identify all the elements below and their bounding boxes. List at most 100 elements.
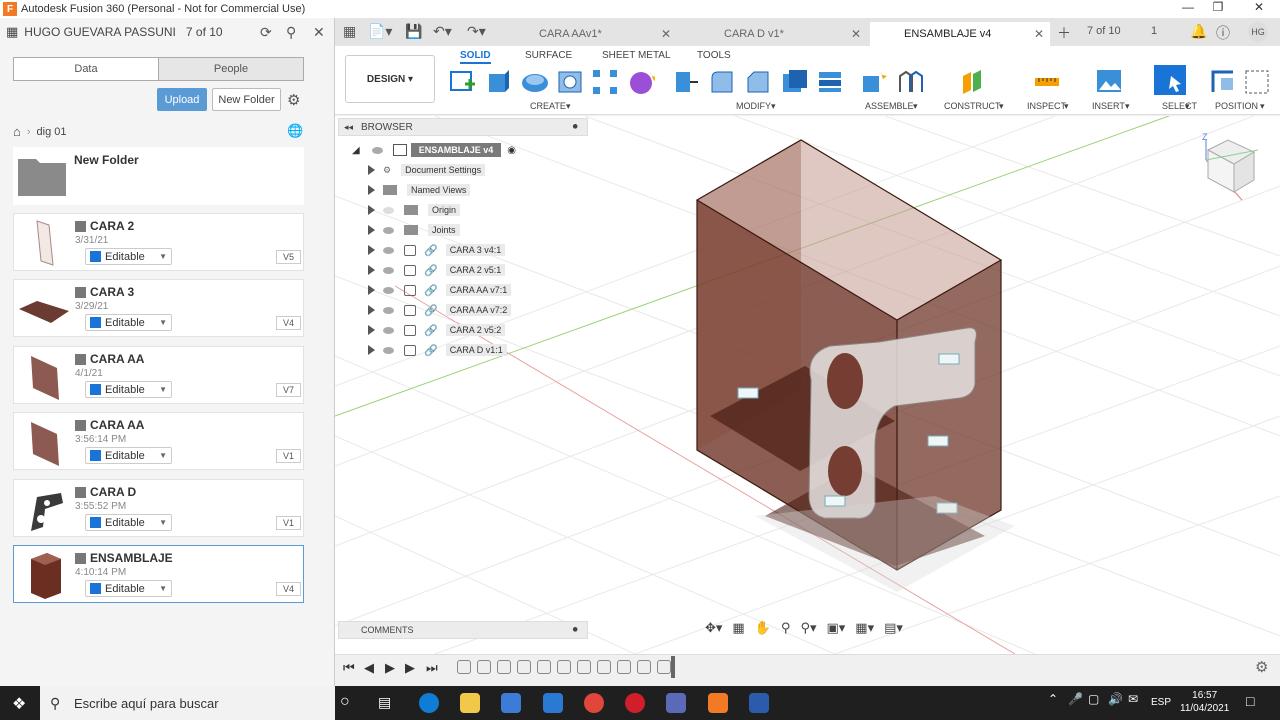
measure-icon[interactable] [1033,68,1061,94]
file-menu-icon[interactable]: 📄▾ [368,23,392,40]
windows-start-icon[interactable]: ❖ [12,694,26,714]
tab-data[interactable]: Data [14,58,158,80]
expand-triangle-icon[interactable] [368,205,375,215]
close-window-button[interactable]: ✕ [1239,0,1279,14]
eye-icon[interactable] [383,346,394,354]
revolve-icon[interactable] [521,68,549,94]
workspace-switcher[interactable]: DESIGN ▾ [345,55,435,103]
viewports-icon[interactable]: ▤▾ [884,620,903,636]
word-icon[interactable] [749,693,769,713]
tree-item-component[interactable]: 🔗 CARA 3 v4:1 [368,241,506,259]
tab-people[interactable]: People [158,58,303,80]
editable-dropdown[interactable]: Editable ▼ [85,314,172,331]
eye-icon[interactable] [371,146,383,154]
create-sketch-icon[interactable] [449,68,477,94]
step-forward-icon[interactable]: ▶ [405,660,415,676]
file-explorer-icon[interactable] [460,693,480,713]
file-item-selected[interactable]: ENSAMBLAJE 4:10:14 PM Editable ▼ V4 [13,545,304,603]
taskbar-search[interactable]: ⚲ Escribe aquí para buscar [40,686,335,720]
tree-item-component[interactable]: 🔗 CARA AA v7:1 [368,281,512,299]
expand-triangle-icon[interactable] [368,285,375,295]
file-item[interactable]: CARA D 3:55:52 PM Editable ▼ V1 [13,479,304,537]
insert-image-icon[interactable] [1095,68,1123,94]
maximize-button[interactable]: ❐ [1198,0,1238,14]
look-at-icon[interactable]: ▦ [732,620,744,636]
eye-icon[interactable] [383,286,394,294]
mail-icon[interactable] [543,693,563,713]
expand-triangle-icon[interactable] [368,225,375,235]
timeline-settings-gear-icon[interactable]: ⚙ [1255,658,1268,676]
notification-icon[interactable]: ✉ [1128,692,1138,706]
chamfer-icon[interactable] [744,68,772,94]
viewcube[interactable]: Z [1198,130,1262,208]
tree-item-component[interactable]: 🔗 CARA 2 v5:2 [368,321,506,339]
timeline-feature[interactable] [577,660,591,674]
zoom-icon[interactable]: ⚲ [781,620,791,636]
file-item[interactable]: CARA 3 3/29/21 Editable ▼ V4 [13,279,304,337]
refresh-icon[interactable]: ⟳ [260,24,272,41]
folder-item[interactable]: New Folder [13,147,304,205]
hole-icon[interactable] [556,68,584,94]
close-tab-icon[interactable]: ✕ [1034,27,1044,41]
microphone-icon[interactable]: 🎤 [1068,692,1083,706]
timeline-feature[interactable] [477,660,491,674]
tree-item-origin[interactable]: Origin [368,201,461,219]
go-to-end-icon[interactable]: ⏭ [426,660,438,676]
fit-icon[interactable]: ⚲▾ [800,620,816,636]
expand-triangle-icon[interactable] [368,265,375,275]
new-tab-icon[interactable]: ＋ [1057,23,1071,43]
task-view-icon[interactable]: ▤ [378,694,391,711]
ribbon-tab-solid[interactable]: SOLID [460,50,491,64]
position-icon[interactable] [1209,68,1237,94]
action-center-icon[interactable]: □ [1246,693,1254,709]
group-create[interactable]: CREATE [530,101,566,111]
network-icon[interactable]: ▢ [1088,692,1099,706]
tab-count[interactable]: 7 of 10 [1087,25,1121,37]
project-user[interactable]: HUGO GUEVARA PASSUNI [24,25,176,39]
display-settings-icon[interactable]: ▣▾ [826,620,845,636]
search-icon[interactable]: ⚲ [286,24,296,41]
file-item[interactable]: CARA AA 3:56:14 PM Editable ▼ V1 [13,412,304,470]
eye-icon[interactable] [383,326,394,334]
editable-dropdown[interactable]: Editable ▼ [85,514,172,531]
play-icon[interactable]: ▶ [385,660,395,676]
pattern-icon[interactable] [591,68,619,94]
timeline-marker[interactable] [671,656,675,678]
position-capture-icon[interactable] [1243,68,1271,94]
close-tab-icon[interactable]: ✕ [851,27,861,41]
editable-dropdown[interactable]: Editable ▼ [85,580,172,597]
editable-dropdown[interactable]: Editable ▼ [85,447,172,464]
upload-button[interactable]: Upload [157,88,207,111]
tree-item-named-views[interactable]: Named Views [368,181,471,199]
expand-triangle-icon[interactable] [368,165,375,175]
browser-panel-header[interactable]: ◂◂ BROWSER ⚫ [338,118,588,136]
ribbon-tab-tools[interactable]: TOOLS [697,50,731,61]
tree-root[interactable]: ◢ ENSAMBLAJE v4 ◉ [352,141,516,159]
version-badge[interactable]: V7 [276,383,301,397]
job-status[interactable]: 1 [1151,25,1157,37]
doc-tab-cara-aa[interactable]: CARA AAv1* ✕ [497,22,677,46]
add-comment-icon[interactable]: ⚫ [571,625,579,636]
tree-item-component[interactable]: 🔗 CARA 2 v5:1 [368,261,506,279]
timeline-feature[interactable] [637,660,651,674]
3d-viewport[interactable] [335,116,1280,654]
breadcrumb-folder[interactable]: dig 01 [37,126,67,138]
orbit-icon[interactable]: ✥▾ [705,620,722,636]
timeline-feature[interactable] [617,660,631,674]
press-pull-icon[interactable] [672,68,700,94]
close-panel-icon[interactable]: ✕ [313,24,325,41]
step-back-icon[interactable]: ◀ [364,660,374,676]
help-icon[interactable]: ⓘ [1216,23,1230,43]
construct-plane-icon[interactable] [959,68,987,94]
fillet-icon[interactable] [708,68,736,94]
eye-icon[interactable] [383,266,394,274]
close-tab-icon[interactable]: ✕ [661,27,671,41]
ribbon-tab-surface[interactable]: SURFACE [525,50,572,61]
eye-icon[interactable] [383,246,394,254]
file-item[interactable]: CARA 2 3/31/21 Editable ▼ V5 [13,213,304,271]
version-badge[interactable]: V4 [276,582,301,596]
volume-icon[interactable]: 🔊 [1108,692,1123,706]
apps-grid-icon[interactable]: ▦ [6,24,18,40]
timeline-feature[interactable] [457,660,471,674]
shell-icon[interactable] [780,68,808,94]
